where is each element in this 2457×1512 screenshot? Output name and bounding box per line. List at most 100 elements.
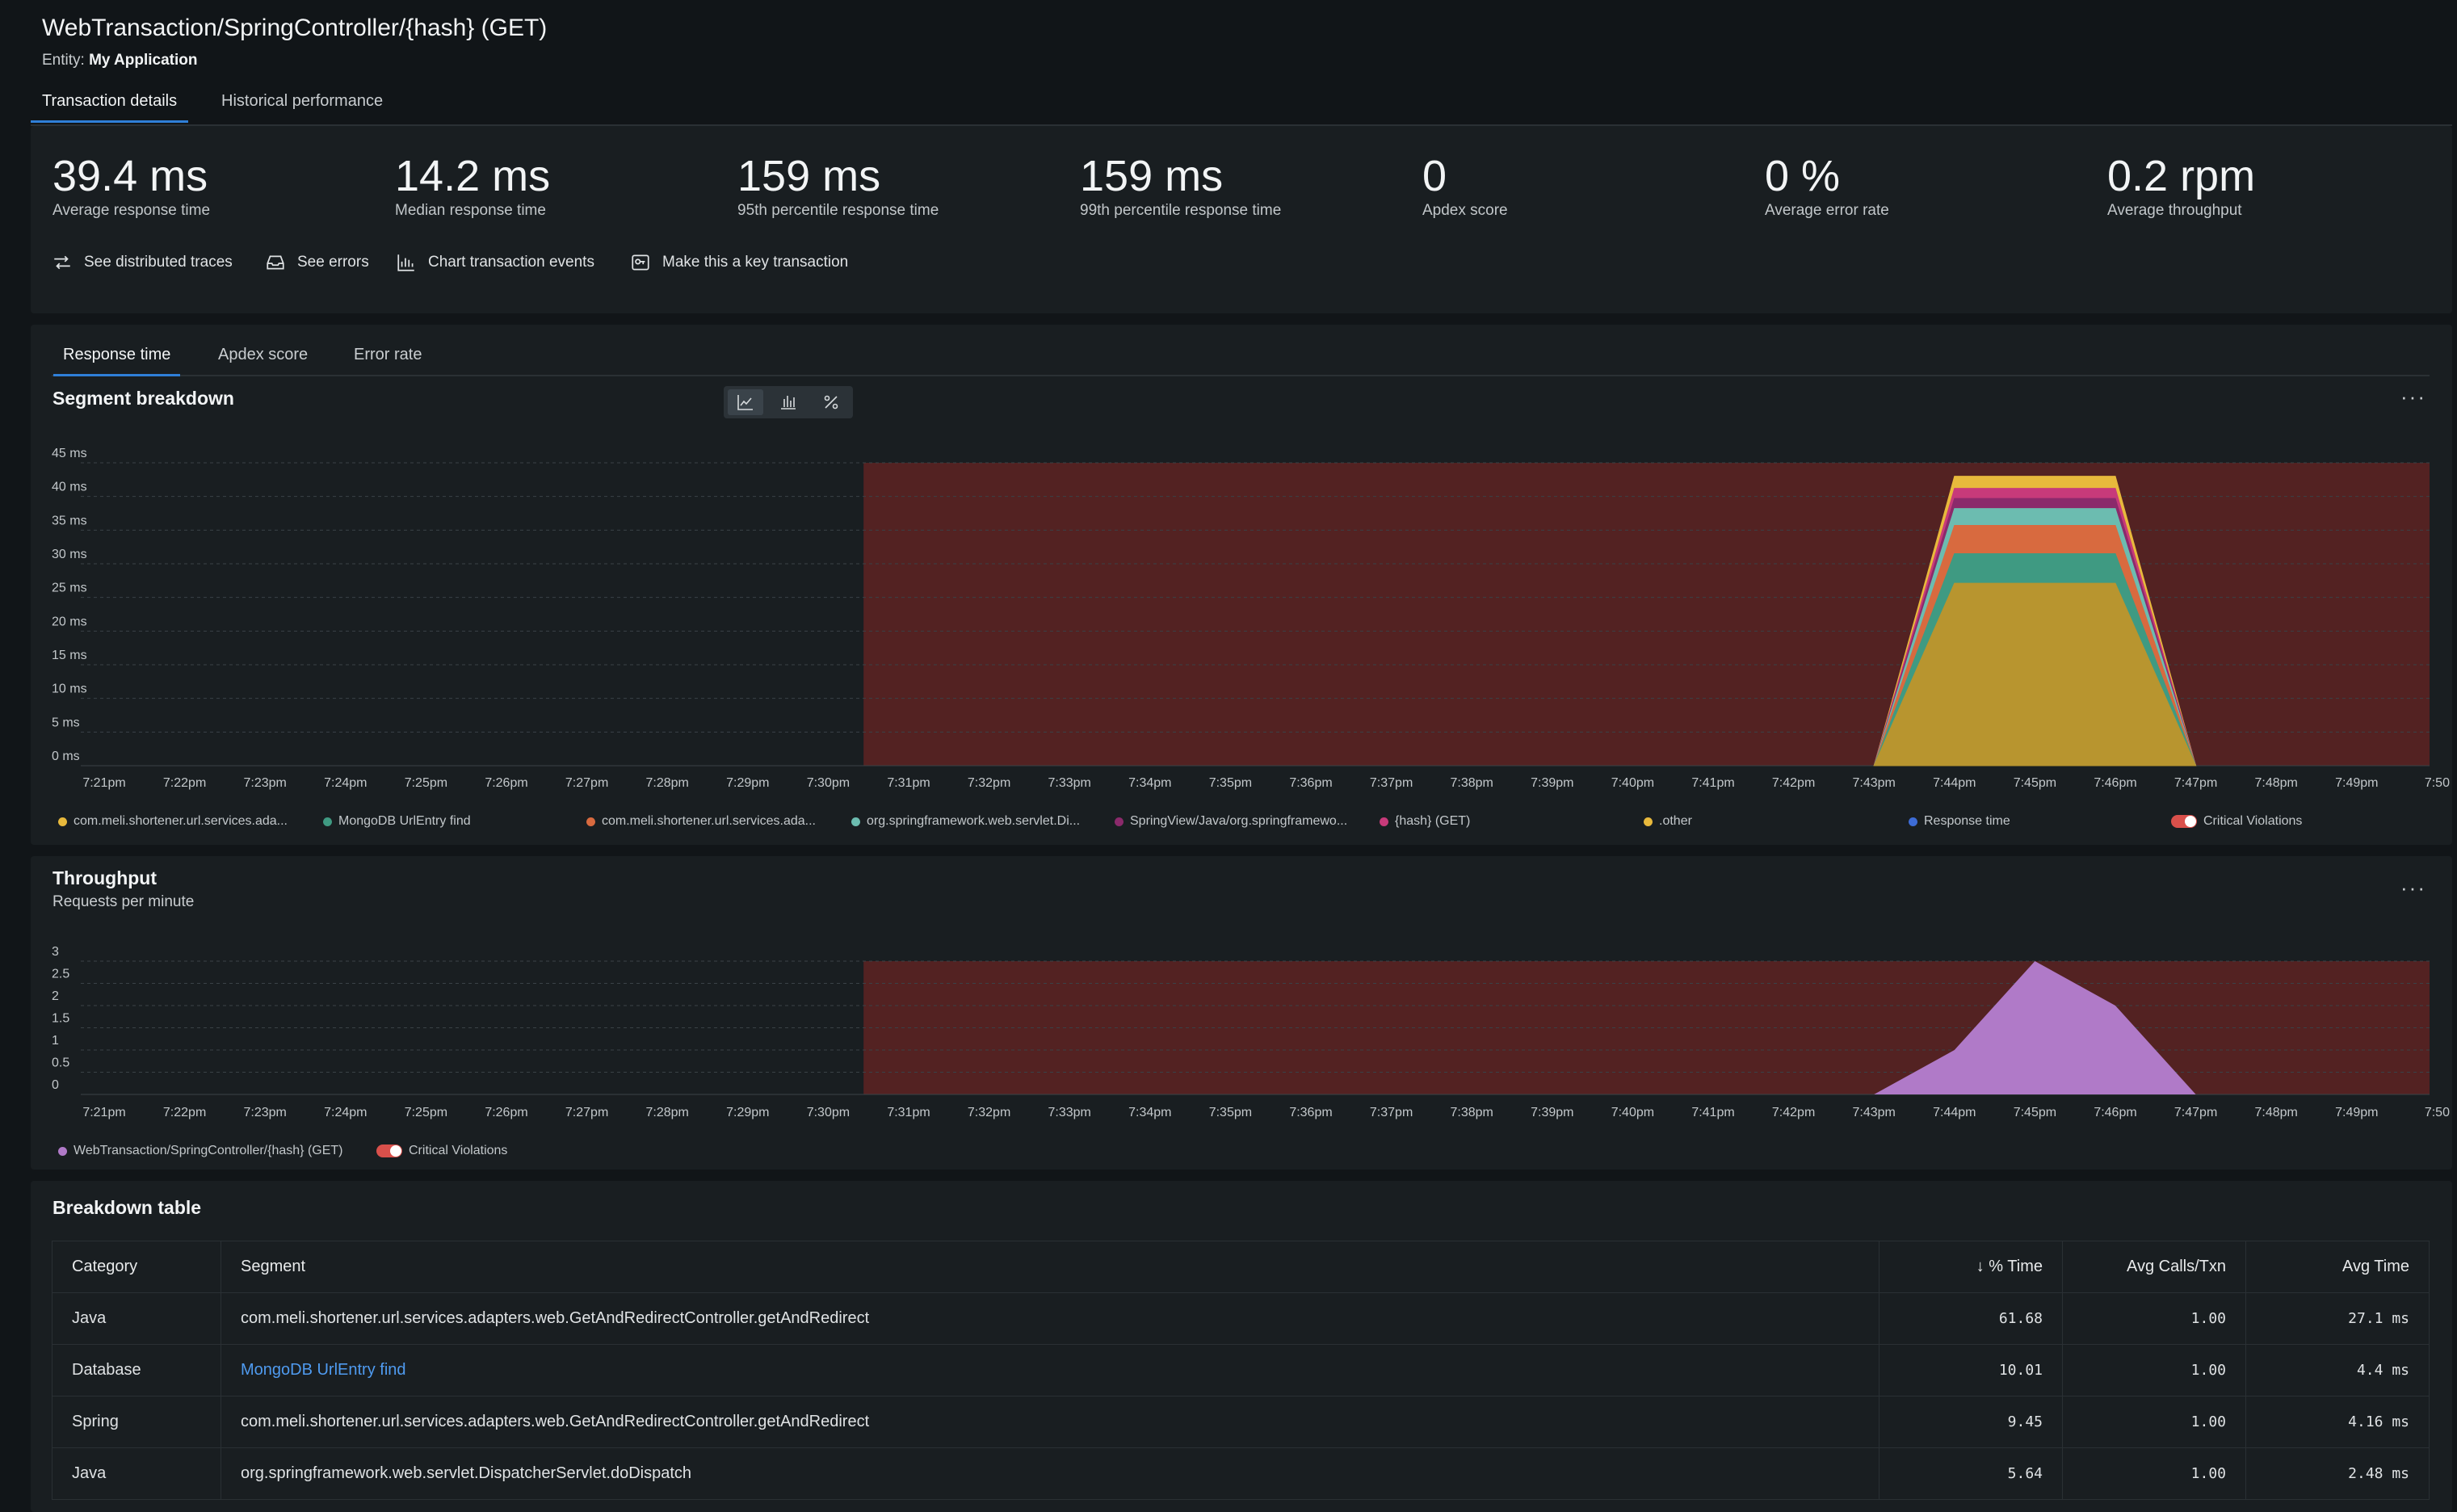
legend-label: Critical Violations: [409, 1144, 508, 1157]
entity-label: Entity:: [42, 52, 85, 69]
throughput-chart-menu-button[interactable]: ···: [2400, 876, 2426, 901]
legend-label: .other: [1659, 814, 1692, 828]
distributed-traces-icon: [54, 255, 70, 270]
segment-legend-item[interactable]: SpringView/Java/org.springframewo...: [1115, 814, 1347, 829]
critical-violations-toggle[interactable]: Critical Violations: [2171, 814, 2302, 829]
cell-avg-time: 4.16 ms: [2245, 1396, 2430, 1448]
legend-label: Response time: [1924, 814, 2010, 828]
cell-pct-time: 9.45: [1879, 1396, 2063, 1448]
cell-pct-time: 61.68: [1879, 1292, 2063, 1345]
metric-label: Average error rate: [1765, 202, 1889, 219]
table-header-row: Category Segment ↓ % Time Avg Calls/Txn …: [52, 1241, 2430, 1293]
segment-legend-item[interactable]: org.springframework.web.servlet.Di...: [851, 814, 1080, 829]
legend-dot: [586, 817, 595, 826]
segment-legend-item[interactable]: .other: [1644, 814, 1692, 829]
throughput-chart-panel: [31, 856, 2452, 1170]
chart-tabs-divider: [52, 375, 2430, 376]
page-title: WebTransaction/SpringController/{hash} (…: [42, 15, 548, 41]
legend-dot: [58, 1146, 67, 1156]
cell-segment: org.springframework.web.servlet.Dispatch…: [220, 1447, 1880, 1500]
tab-apdex-score[interactable]: Apdex score: [208, 342, 317, 374]
table-row: Java com.meli.shortener.url.services.ada…: [52, 1292, 2430, 1345]
errors-inbox-icon: [267, 255, 284, 270]
cell-avg-calls: 1.00: [2062, 1396, 2246, 1448]
legend-label: MongoDB UrlEntry find: [338, 814, 471, 828]
breakdown-table-title: Breakdown table: [52, 1197, 202, 1218]
line-chart-icon[interactable]: [727, 389, 763, 415]
see-distributed-traces-link[interactable]: See distributed traces: [52, 252, 233, 273]
segment-link[interactable]: MongoDB UrlEntry find: [241, 1361, 406, 1379]
see-errors-link[interactable]: See errors: [265, 252, 369, 273]
tab-error-rate[interactable]: Error rate: [344, 342, 431, 374]
legend-dot: [1909, 817, 1917, 826]
table-row: Java org.springframework.web.servlet.Dis…: [52, 1447, 2430, 1500]
legend-label: org.springframework.web.servlet.Di...: [867, 814, 1081, 828]
legend-dot: [851, 817, 860, 826]
critical-violations-toggle[interactable]: Critical Violations: [376, 1144, 507, 1158]
cell-category: Java: [52, 1292, 221, 1345]
cell-category: Java: [52, 1447, 221, 1500]
cell-segment: com.meli.shortener.url.services.adapters…: [220, 1396, 1880, 1448]
cell-category: Database: [52, 1344, 221, 1396]
metric-label: Average throughput: [2107, 202, 2242, 219]
toggle-switch[interactable]: [2171, 815, 2197, 828]
top-tabs: Transaction details Historical performan…: [31, 87, 2452, 126]
segment-breakdown-title: Segment breakdown: [52, 388, 234, 409]
legend-dot: [1380, 817, 1388, 826]
legend-label: WebTransaction/SpringController/{hash} (…: [74, 1144, 343, 1157]
metric-apdex: 0 Apdex score: [1422, 152, 1508, 220]
metric-label: Average response time: [52, 202, 211, 219]
column-header-avg-time[interactable]: Avg Time: [2245, 1241, 2430, 1293]
segment-chart-menu-button[interactable]: ···: [2400, 384, 2426, 410]
column-header-avg-calls[interactable]: Avg Calls/Txn: [2062, 1241, 2246, 1293]
make-key-transaction-link[interactable]: Make this a key transaction: [630, 252, 848, 273]
tab-historical-performance[interactable]: Historical performance: [210, 87, 394, 120]
metric-p99: 159 ms 99th percentile response time: [1080, 152, 1281, 220]
throughput-title: Throughput: [52, 867, 158, 888]
breakdown-table: Category Segment ↓ % Time Avg Calls/Txn …: [52, 1241, 2430, 1500]
cell-pct-time: 10.01: [1879, 1344, 2063, 1396]
metric-throughput: 0.2 rpm Average throughput: [2107, 152, 2255, 220]
segment-legend-item[interactable]: Response time: [1909, 814, 2010, 829]
metric-value: 0 %: [1765, 152, 1841, 200]
column-header-category[interactable]: Category: [52, 1241, 221, 1293]
metric-label: Apdex score: [1422, 202, 1508, 219]
metric-label: 99th percentile response time: [1080, 202, 1282, 219]
legend-dot: [1115, 817, 1124, 826]
column-header-pct-time[interactable]: ↓ % Time: [1879, 1241, 2063, 1293]
cell-avg-time: 27.1 ms: [2245, 1292, 2430, 1345]
entity-line: Entity: My Application: [42, 52, 198, 69]
segment-legend-item[interactable]: MongoDB UrlEntry find: [323, 814, 471, 829]
tab-transaction-details[interactable]: Transaction details: [31, 87, 189, 123]
response-chart-panel: [31, 325, 2452, 845]
legend-label: SpringView/Java/org.springframewo...: [1130, 814, 1348, 828]
metric-value: 39.4 ms: [52, 152, 208, 200]
legend-label: com.meli.shortener.url.services.ada...: [602, 814, 816, 828]
bar-chart-icon[interactable]: [771, 389, 806, 415]
column-header-segment[interactable]: Segment: [220, 1241, 1880, 1293]
legend-label: {hash} (GET): [1395, 814, 1471, 828]
metric-value: 0.2 rpm: [2107, 152, 2256, 200]
segment-legend-item[interactable]: com.meli.shortener.url.services.ada...: [586, 814, 816, 829]
toggle-switch[interactable]: [376, 1144, 402, 1157]
metric-value: 159 ms: [1080, 152, 1224, 200]
throughput-legend-item[interactable]: WebTransaction/SpringController/{hash} (…: [58, 1144, 342, 1158]
cell-category: Spring: [52, 1396, 221, 1448]
chart-transaction-events-link[interactable]: Chart transaction events: [396, 252, 594, 273]
tab-response-time[interactable]: Response time: [53, 342, 181, 376]
segment-legend-item[interactable]: com.meli.shortener.url.services.ada...: [58, 814, 288, 829]
cell-avg-calls: 1.00: [2062, 1344, 2246, 1396]
segment-legend-item[interactable]: {hash} (GET): [1380, 814, 1470, 829]
cell-segment: com.meli.shortener.url.services.adapters…: [220, 1292, 1880, 1345]
legend-label: Critical Violations: [2203, 814, 2303, 828]
cell-avg-calls: 1.00: [2062, 1292, 2246, 1345]
cell-avg-calls: 1.00: [2062, 1447, 2246, 1500]
cell-segment: MongoDB UrlEntry find: [220, 1344, 1880, 1396]
percent-icon[interactable]: [813, 389, 849, 415]
metric-value: 159 ms: [737, 152, 881, 200]
cell-avg-time: 2.48 ms: [2245, 1447, 2430, 1500]
metric-median-response: 14.2 ms Median response time: [395, 152, 550, 220]
metric-error-rate: 0 % Average error rate: [1765, 152, 1889, 220]
key-transaction-icon: [632, 254, 649, 271]
legend-dot: [58, 817, 67, 826]
